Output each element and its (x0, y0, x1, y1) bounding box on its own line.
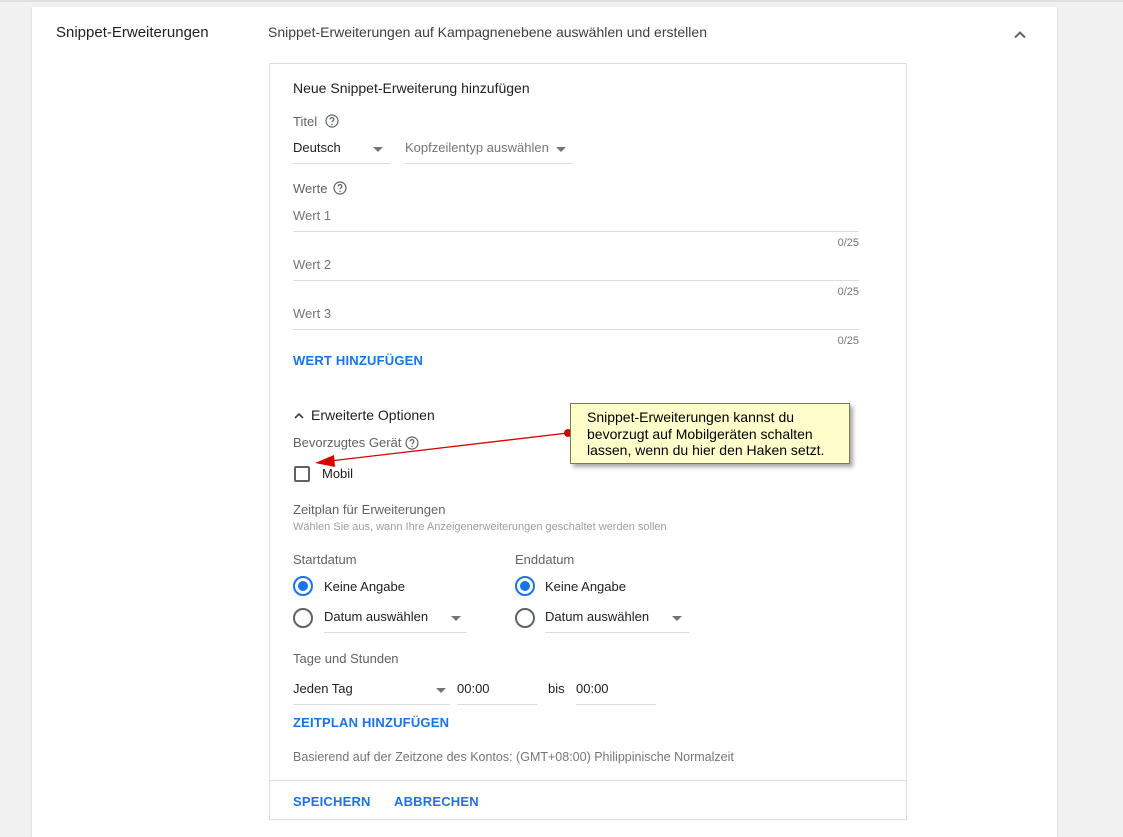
bis-label: bis (548, 681, 565, 696)
snippet-extensions-card: Snippet-Erweiterungen Snippet-Erweiterun… (32, 7, 1057, 837)
advanced-options-toggle[interactable]: Erweiterte Optionen (311, 407, 435, 423)
header-type-select[interactable]: Kopfzeilentyp auswählen (405, 136, 573, 164)
end-no-value-label: Keine Angabe (545, 579, 626, 594)
schedule-title: Zeitplan für Erweiterungen (293, 502, 446, 517)
end-date-select-value: Datum auswählen (545, 609, 650, 624)
top-divider (0, 0, 1123, 2)
start-choose-date-radio[interactable] (293, 608, 313, 628)
time-from-value: 00:00 (457, 681, 490, 696)
dropdown-arrow-icon (451, 616, 461, 621)
save-button[interactable]: SPEICHERN (293, 794, 371, 809)
value-1-placeholder: Wert 1 (293, 208, 332, 223)
days-select[interactable]: Jeden Tag (293, 677, 450, 705)
value-input-2[interactable]: Wert 2 (293, 248, 859, 281)
dropdown-arrow-icon (672, 616, 682, 621)
start-date-select-value: Datum auswählen (324, 609, 429, 624)
time-to-input[interactable]: 00:00 (576, 677, 656, 705)
days-select-value: Jeden Tag (293, 681, 353, 696)
start-no-value-radio[interactable] (293, 576, 313, 596)
end-choose-date-radio[interactable] (515, 608, 535, 628)
header-type-placeholder: Kopfzeilentyp auswählen (405, 140, 549, 155)
titel-label: Titel (293, 114, 318, 129)
timezone-note: Basierend auf der Zeitzone des Kontos: (… (293, 750, 734, 764)
end-no-value-radio[interactable] (515, 576, 535, 596)
help-circle-icon[interactable] (333, 181, 347, 195)
section-label: Snippet-Erweiterungen (56, 24, 209, 41)
value-2-placeholder: Wert 2 (293, 257, 332, 272)
language-select-value: Deutsch (293, 140, 341, 155)
days-hours-label: Tage und Stunden (293, 651, 399, 666)
werte-label: Werte (293, 181, 328, 196)
start-date-select[interactable]: Datum auswählen (324, 605, 467, 633)
chevron-up-icon[interactable] (1008, 23, 1032, 47)
preferred-device-label: Bevorzugtes Gerät (293, 435, 402, 450)
add-schedule-button[interactable]: ZEITPLAN HINZUFÜGEN (293, 715, 449, 730)
form-footer: SPEICHERN ABBRECHEN (270, 780, 906, 821)
form-title: Neue Snippet-Erweiterung hinzufügen (293, 80, 530, 96)
language-select[interactable]: Deutsch (293, 136, 390, 164)
cancel-button[interactable]: ABBRECHEN (394, 794, 479, 809)
add-value-button[interactable]: WERT HINZUFÜGEN (293, 353, 423, 368)
start-date-label: Startdatum (293, 552, 357, 567)
value-3-counter: 0/25 (837, 335, 859, 347)
mobile-label: Mobil (322, 466, 354, 481)
section-description: Snippet-Erweiterungen auf Kampagnenebene… (268, 24, 707, 40)
help-circle-icon[interactable] (405, 436, 419, 450)
schedule-hint: Wählen Sie aus, wann Ihre Anzeigenerweit… (293, 521, 667, 533)
time-to-value: 00:00 (576, 681, 609, 696)
value-3-placeholder: Wert 3 (293, 306, 332, 321)
dropdown-arrow-icon (373, 147, 383, 152)
help-circle-icon[interactable] (325, 114, 339, 128)
end-date-label: Enddatum (515, 552, 575, 567)
end-date-select[interactable]: Datum auswählen (545, 605, 689, 633)
value-input-3[interactable]: Wert 3 (293, 297, 859, 330)
chevron-up-icon[interactable] (292, 409, 306, 423)
time-from-input[interactable]: 00:00 (457, 677, 537, 705)
value-input-1[interactable]: Wert 1 (293, 199, 859, 232)
annotation-callout: Snippet-Erweiterungen kannst du bevorzug… (570, 403, 850, 464)
start-no-value-label: Keine Angabe (324, 579, 405, 594)
dropdown-arrow-icon (556, 147, 566, 152)
mobile-checkbox[interactable] (294, 466, 310, 482)
dropdown-arrow-icon (436, 688, 446, 693)
